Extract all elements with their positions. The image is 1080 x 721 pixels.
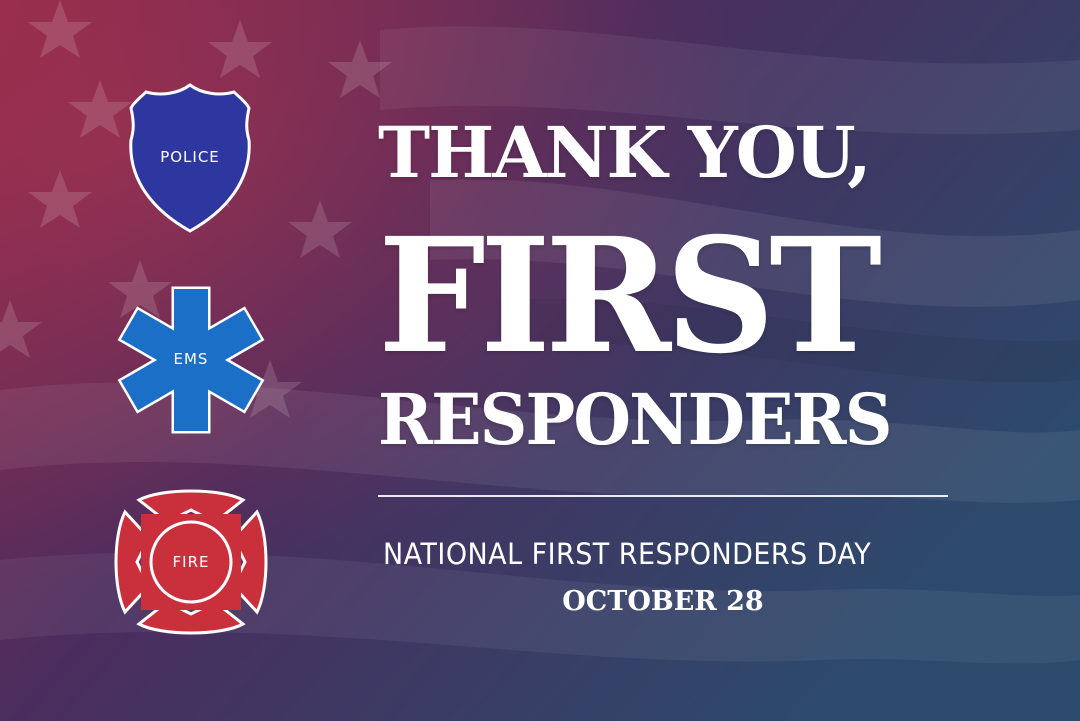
fire-label: FIRE <box>172 553 210 571</box>
police-badge: POLICE <box>128 82 252 234</box>
banner: POLICE EMS FIRE THANK YOU, FIRST RESPOND… <box>0 0 1080 721</box>
ems-label: EMS <box>173 350 209 368</box>
headline-first: FIRST <box>378 204 882 389</box>
police-label: POLICE <box>160 148 220 166</box>
divider <box>378 495 948 497</box>
fire-badge: FIRE <box>112 486 270 638</box>
event-date: OCTOBER 28 <box>562 586 764 617</box>
event-subtitle: NATIONAL FIRST RESPONDERS DAY <box>383 537 872 571</box>
headline-thank-you: THANK YOU, <box>378 111 872 194</box>
ems-badge: EMS <box>117 286 265 434</box>
headline-responders: RESPONDERS <box>378 378 893 461</box>
